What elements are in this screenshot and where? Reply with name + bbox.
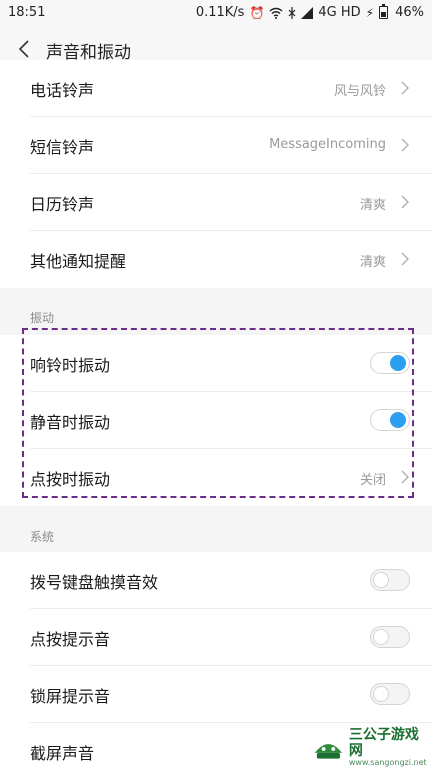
row-label: 点按提示音 — [30, 630, 111, 649]
status-time: 18:51 — [8, 5, 46, 20]
row-label: 点按时振动 — [30, 470, 111, 489]
watermark-logo-icon — [314, 744, 342, 759]
section-title: 系统 — [30, 530, 55, 544]
row-phone-ringtone[interactable]: 电话铃声 风与风铃 — [0, 60, 432, 117]
toggle-knob — [390, 412, 406, 428]
row-dialpad-touch-sound[interactable]: 拨号键盘触摸音效 — [0, 552, 432, 609]
row-label: 其他通知提醒 — [30, 252, 127, 271]
status-icons: 0.11K/s ⏰ 4G HD ⚡ 46% — [195, 4, 424, 20]
row-label: 锁屏提示音 — [30, 687, 111, 706]
status-bar: 18:51 0.11K/s ⏰ 4G HD ⚡ 46% — [0, 0, 432, 26]
watermark: 三公子游戏网 www.sangongzi.net — [312, 728, 430, 768]
toggle-switch[interactable] — [370, 409, 410, 431]
row-value: MessageIncoming — [269, 137, 386, 152]
row-value: 清爽 — [359, 198, 386, 213]
battery-level: 46% — [395, 5, 424, 20]
toggle-knob — [373, 686, 389, 702]
vibrate-icon — [288, 6, 296, 19]
watermark-url: www.sangongzi.net — [348, 758, 427, 767]
row-label: 日历铃声 — [30, 195, 95, 214]
row-value: 风与风铃 — [333, 84, 386, 99]
row-label: 短信铃声 — [30, 138, 95, 157]
row-vibrate-on-ring[interactable]: 响铃时振动 — [0, 335, 432, 392]
row-label: 静音时振动 — [30, 413, 111, 432]
row-value: 关闭 — [359, 473, 386, 488]
section-header-system: 系统 — [0, 514, 432, 554]
charging-icon: ⚡ — [365, 5, 375, 20]
alarm-icon: ⏰ — [249, 5, 265, 20]
chevron-right-icon — [401, 252, 409, 266]
row-other-notification[interactable]: 其他通知提醒 清爽 — [0, 231, 432, 288]
row-lock-screen-sound[interactable]: 锁屏提示音 — [0, 666, 432, 723]
section-header-vibration: 振动 — [0, 295, 432, 335]
signal-icon — [301, 6, 314, 19]
row-label: 拨号键盘触摸音效 — [30, 573, 159, 592]
row-label: 响铃时振动 — [30, 356, 111, 375]
toggle-switch[interactable] — [370, 626, 410, 648]
chevron-right-icon — [401, 138, 409, 152]
toggle-switch[interactable] — [370, 683, 410, 705]
row-vibrate-on-tap[interactable]: 点按时振动 关闭 — [0, 449, 432, 506]
chevron-right-icon — [401, 195, 409, 209]
row-tap-sound[interactable]: 点按提示音 — [0, 609, 432, 666]
toggle-knob — [390, 355, 406, 371]
toggle-switch[interactable] — [370, 569, 410, 591]
wifi-icon — [269, 7, 283, 19]
network-speed: 0.11K/s — [195, 5, 245, 20]
watermark-title: 三公子游戏网 — [348, 727, 419, 759]
chevron-right-icon — [401, 470, 409, 484]
section-title: 振动 — [30, 311, 55, 325]
row-sms-ringtone[interactable]: 短信铃声 MessageIncoming — [0, 117, 432, 174]
network-type: 4G HD — [318, 5, 361, 20]
row-vibrate-on-silent[interactable]: 静音时振动 — [0, 392, 432, 449]
row-label: 电话铃声 — [30, 81, 95, 100]
back-arrow-icon[interactable] — [14, 36, 36, 62]
row-label: 截屏声音 — [30, 744, 95, 763]
row-calendar-ringtone[interactable]: 日历铃声 清爽 — [0, 174, 432, 231]
chevron-right-icon — [401, 81, 409, 95]
row-value: 清爽 — [359, 255, 386, 270]
toggle-knob — [373, 629, 389, 645]
battery-icon — [379, 4, 389, 19]
toggle-switch[interactable] — [370, 352, 410, 374]
toggle-knob — [373, 572, 389, 588]
watermark-text: 三公子游戏网 www.sangongzi.net — [349, 728, 430, 768]
